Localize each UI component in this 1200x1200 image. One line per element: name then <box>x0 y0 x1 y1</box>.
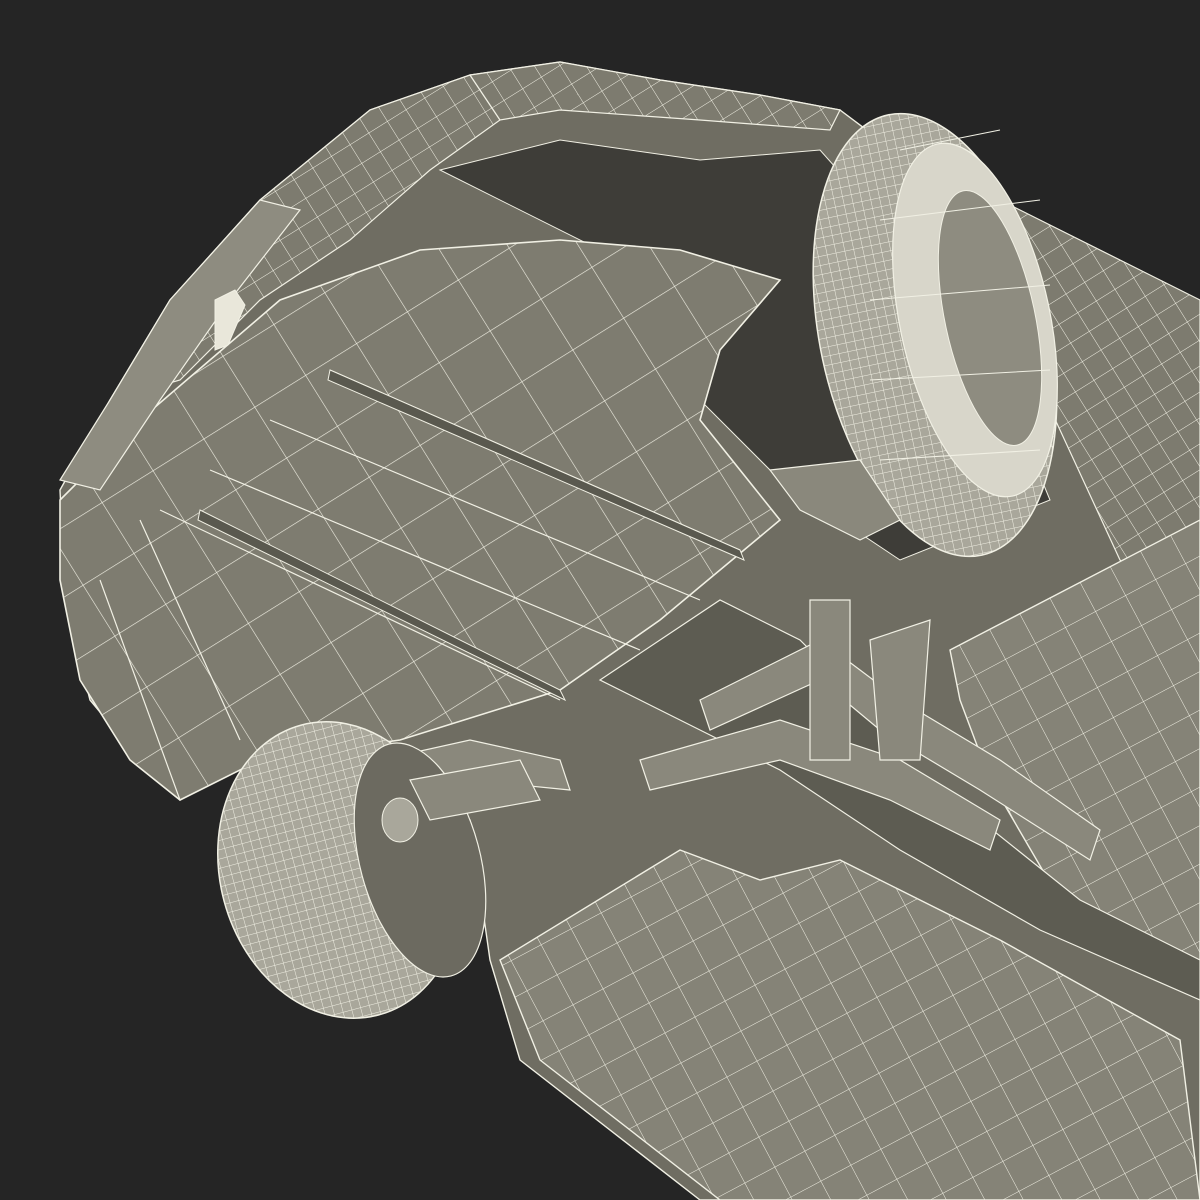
viewport <box>0 0 1200 1200</box>
wireframe-render <box>0 0 1200 1200</box>
